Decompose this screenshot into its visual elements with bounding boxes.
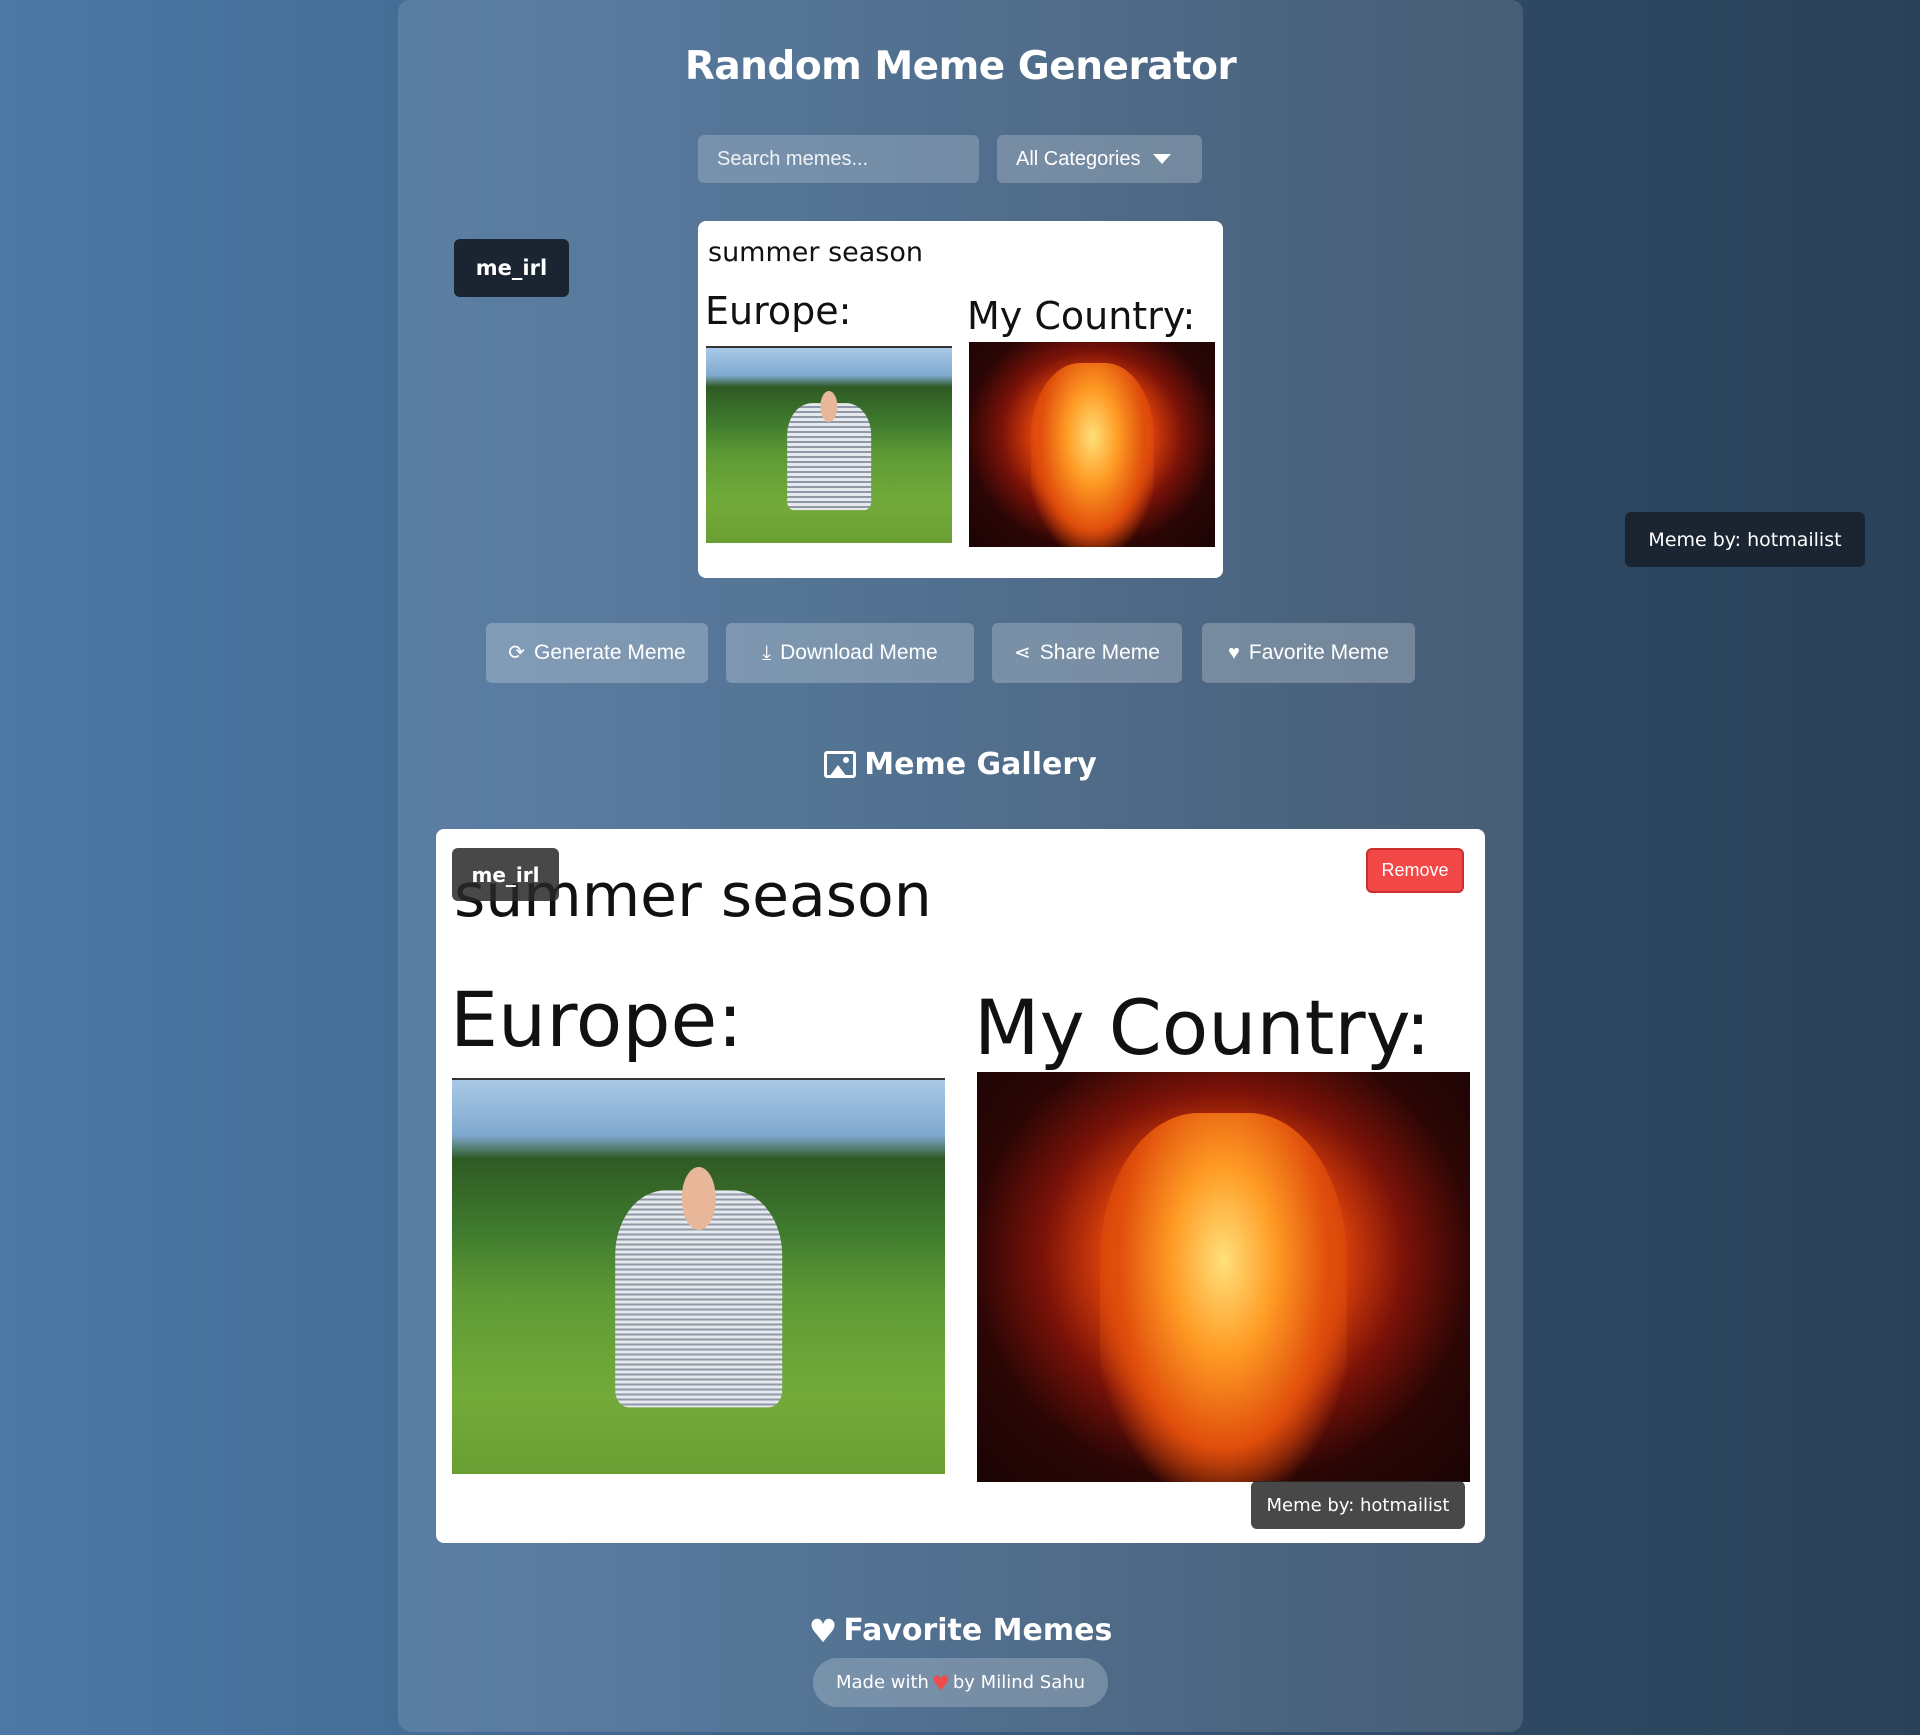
gallery-label-left: Europe: (450, 975, 743, 1064)
heart-icon: ♥ (931, 1670, 950, 1695)
category-selected-label: All Categories (1016, 147, 1141, 170)
share-meme-label: Share Meme (1039, 641, 1160, 664)
search-input[interactable] (698, 135, 979, 183)
gallery-author-badge: Meme by: hotmailist (1251, 1481, 1465, 1529)
gallery-photo-right (977, 1072, 1470, 1482)
gallery-fire-figure (1100, 1113, 1347, 1482)
image-icon (824, 751, 857, 778)
heart-icon: ♥ (1228, 642, 1240, 664)
favorite-meme-label: Favorite Meme (1248, 641, 1389, 664)
download-meme-button[interactable]: ⤓ Download Meme (726, 623, 974, 683)
generate-meme-label: Generate Meme (534, 641, 686, 664)
meme-label-left: Europe: (705, 289, 852, 333)
gallery-subreddit-tag: me_irl (452, 848, 559, 901)
gallery-person-head (681, 1166, 716, 1230)
meme-fire-figure (1030, 362, 1154, 547)
share-meme-button[interactable]: ⋖ Share Meme (992, 623, 1182, 683)
meme-caption-top: summer season (708, 237, 923, 268)
download-icon: ⤓ (762, 642, 772, 664)
meme-label-right: My Country: (967, 294, 1196, 338)
meme-author-badge: Meme by: hotmailist (1625, 512, 1865, 567)
gallery-title-text: Meme Gallery (864, 747, 1097, 782)
share-icon: ⋖ (1014, 642, 1031, 664)
favorite-meme-button[interactable]: ♥ Favorite Meme (1202, 623, 1415, 683)
gallery-photo-left (452, 1078, 945, 1474)
footer-prefix: Made with (835, 1672, 929, 1693)
gallery-label-right: My Country: (974, 983, 1431, 1072)
generate-meme-button[interactable]: ⟳ Generate Meme (486, 623, 708, 683)
download-meme-label: Download Meme (780, 641, 938, 664)
heart-icon: ♥ (808, 1611, 838, 1650)
refresh-icon: ⟳ (508, 642, 525, 664)
category-dropdown[interactable]: All Categories (997, 135, 1202, 183)
favorites-heading: ♥ Favorite Memes (398, 1613, 1523, 1648)
subreddit-tag: me_irl (454, 239, 569, 297)
chevron-down-icon (1152, 154, 1171, 164)
current-meme-image: summer season Europe: My Country: (698, 221, 1223, 578)
gallery-heading: Meme Gallery (398, 747, 1523, 782)
favorites-title-text: Favorite Memes (843, 1613, 1113, 1648)
page-title: Random Meme Generator (684, 44, 1237, 89)
meme-photo-left (706, 346, 952, 543)
main-container: Random Meme Generator All Categories me_… (398, 0, 1865, 1732)
gallery-item[interactable]: summer season Europe: My Country: me_irl… (436, 829, 1485, 1543)
footer-suffix: by Milind Sahu (952, 1672, 1086, 1693)
meme-photo-right (969, 342, 1215, 547)
remove-button[interactable]: Remove (1366, 848, 1464, 893)
footer-credit: Made with ♥ by Milind Sahu (813, 1658, 1108, 1707)
